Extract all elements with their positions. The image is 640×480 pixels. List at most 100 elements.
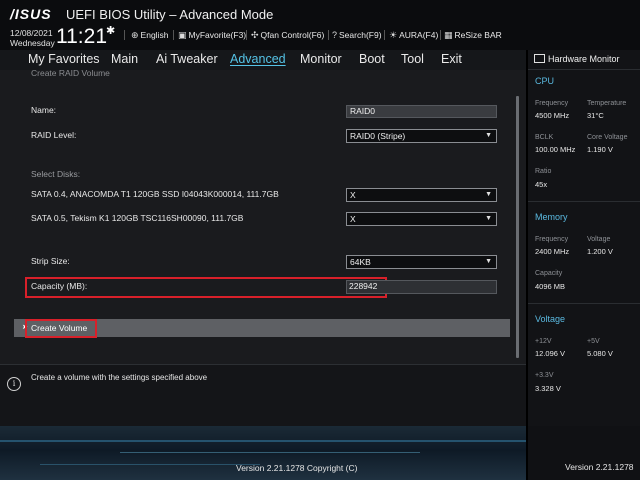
- v12-label: +12V: [535, 338, 552, 345]
- create-volume-highlight-box: [25, 319, 97, 338]
- memory-voltage-label: Voltage: [587, 236, 611, 243]
- voltage-section-title: Voltage: [535, 314, 566, 324]
- memory-frequency-label: Frequency: [535, 236, 569, 243]
- search-label: Search(F9): [339, 30, 382, 40]
- v12-value: 12.096 V: [535, 349, 566, 358]
- scrollbar[interactable]: [516, 96, 519, 358]
- tab-monitor[interactable]: Monitor: [300, 52, 342, 66]
- v5-label: +5V: [587, 338, 600, 345]
- language-button[interactable]: ⊕ English: [131, 30, 168, 41]
- tab-exit[interactable]: Exit: [441, 52, 462, 66]
- memory-section-title: Memory: [535, 212, 568, 222]
- version-copyright: Version 2.21.1278 Copyright (C): [236, 463, 358, 473]
- ratio-value: 45x: [535, 180, 548, 189]
- day-text: Wednesday: [10, 38, 55, 48]
- tab-advanced[interactable]: Advanced: [230, 52, 286, 66]
- globe-icon: ⊕: [131, 30, 139, 40]
- raid-level-label: RAID Level:: [31, 130, 77, 140]
- chevron-down-icon: ▼: [485, 191, 492, 198]
- aura-icon: ☀: [389, 30, 398, 40]
- asus-logo: /ISUS: [10, 6, 52, 22]
- bclk-label: BCLK: [535, 134, 554, 141]
- disk-select[interactable]: X ▼: [346, 212, 497, 226]
- disk-select[interactable]: X ▼: [346, 188, 497, 202]
- chevron-down-icon: ▼: [485, 258, 492, 265]
- toolbar-divider: [246, 30, 247, 40]
- resize-bar-button[interactable]: ▦ ReSize BAR: [444, 30, 502, 41]
- cpu-temperature-label: Temperature: [587, 100, 627, 107]
- ratio-label: Ratio: [535, 168, 552, 175]
- cpu-frequency-value: 4500 MHz: [535, 111, 570, 120]
- main-nav: My Favorites Main Ai Tweaker Advanced Mo…: [0, 50, 526, 70]
- disk-select-value: X: [350, 190, 356, 200]
- cpu-frequency-label: Frequency: [535, 100, 569, 107]
- tab-my-favorites[interactable]: My Favorites: [28, 52, 100, 66]
- resize-bar-label: ReSize BAR: [454, 30, 502, 40]
- tab-boot[interactable]: Boot: [359, 52, 385, 66]
- toolbar-divider: [173, 30, 174, 40]
- memory-voltage-value: 1.200 V: [587, 247, 613, 256]
- hardware-monitor-label: Hardware Monitor: [548, 54, 620, 64]
- v33-label: +3.3V: [535, 372, 554, 379]
- capacity-label: Capacity (MB):: [31, 281, 88, 291]
- capacity-value: 228942: [349, 281, 378, 291]
- disk-label: SATA 0.5, Tekism K1 120GB TSC116SH00090,…: [31, 213, 244, 223]
- v5-value: 5.080 V: [587, 349, 613, 358]
- raid-level-value: RAID0 (Stripe): [350, 131, 406, 141]
- toolbar-divider: [124, 30, 125, 40]
- memory-frequency-value: 2400 MHz: [535, 247, 570, 256]
- qfan-control-button[interactable]: ✣ Qfan Control(F6): [251, 30, 324, 41]
- fan-icon: ✣: [251, 30, 259, 40]
- breadcrumb: Create RAID Volume: [31, 70, 110, 78]
- toolbar-divider: [440, 30, 441, 40]
- resize-bar-icon: ▦: [444, 30, 453, 40]
- cpu-section-title: CPU: [535, 76, 555, 86]
- toolbar-divider: [328, 30, 329, 40]
- disk-select-value: X: [350, 214, 356, 224]
- divider: [528, 69, 640, 70]
- chevron-down-icon: ▼: [485, 215, 492, 222]
- language-label: English: [140, 30, 169, 40]
- date-display: 12/08/2021 Wednesday: [10, 28, 55, 48]
- select-disks-label: Select Disks:: [31, 169, 81, 179]
- name-input[interactable]: RAID0: [346, 105, 497, 118]
- cpu-temperature-value: 31°C: [587, 111, 604, 120]
- version-label: Version 2.21.1278: [565, 462, 634, 472]
- search-icon: ?: [332, 30, 338, 40]
- tab-ai-tweaker[interactable]: Ai Tweaker: [156, 52, 218, 66]
- favorite-icon: ▣: [178, 30, 187, 40]
- strip-size-value: 64KB: [350, 257, 371, 267]
- my-favorite-label: MyFavorite(F3): [188, 30, 247, 40]
- hardware-monitor-panel: Hardware Monitor CPU Frequency 4500 MHz …: [526, 50, 640, 426]
- help-bar: i Create a volume with the settings spec…: [0, 364, 526, 427]
- aura-button[interactable]: ☀ AURA(F4): [389, 30, 438, 41]
- app-title: UEFI BIOS Utility – Advanced Mode: [66, 7, 274, 22]
- bclk-value: 100.00 MHz: [535, 145, 576, 154]
- disk-label: SATA 0.4, ANACOMDA T1 120GB SSD I04043K0…: [31, 189, 279, 199]
- help-text: Create a volume with the settings specif…: [31, 373, 208, 382]
- raid-volume-panel: Create RAID Volume Name: RAID0 RAID Leve…: [0, 70, 526, 364]
- tab-tool[interactable]: Tool: [401, 52, 424, 66]
- raid-level-select[interactable]: RAID0 (Stripe) ▼: [346, 129, 497, 143]
- monitor-icon: [534, 54, 545, 63]
- divider: [528, 201, 640, 202]
- my-favorite-button[interactable]: ▣ MyFavorite(F3): [178, 30, 246, 41]
- footer-decor-line: [120, 452, 420, 453]
- aura-label: AURA(F4): [399, 30, 439, 40]
- info-icon: i: [7, 377, 21, 391]
- date-text: 12/08/2021: [10, 28, 53, 38]
- tab-main[interactable]: Main: [111, 52, 138, 66]
- qfan-control-label: Qfan Control(F6): [260, 30, 325, 40]
- strip-size-select[interactable]: 64KB ▼: [346, 255, 497, 269]
- hardware-monitor-title: Hardware Monitor: [534, 54, 620, 64]
- memory-capacity-value: 4096 MB: [535, 282, 566, 291]
- gear-icon[interactable]: ✱: [106, 24, 115, 37]
- footer-decor-line: [0, 440, 526, 442]
- name-label: Name:: [31, 105, 57, 115]
- core-voltage-value: 1.190 V: [587, 145, 613, 154]
- clock-time[interactable]: 11:21: [56, 25, 107, 49]
- search-button[interactable]: ? Search(F9): [332, 30, 382, 40]
- strip-size-label: Strip Size:: [31, 256, 70, 266]
- memory-capacity-label: Capacity: [535, 270, 563, 277]
- chevron-down-icon: ▼: [485, 132, 492, 139]
